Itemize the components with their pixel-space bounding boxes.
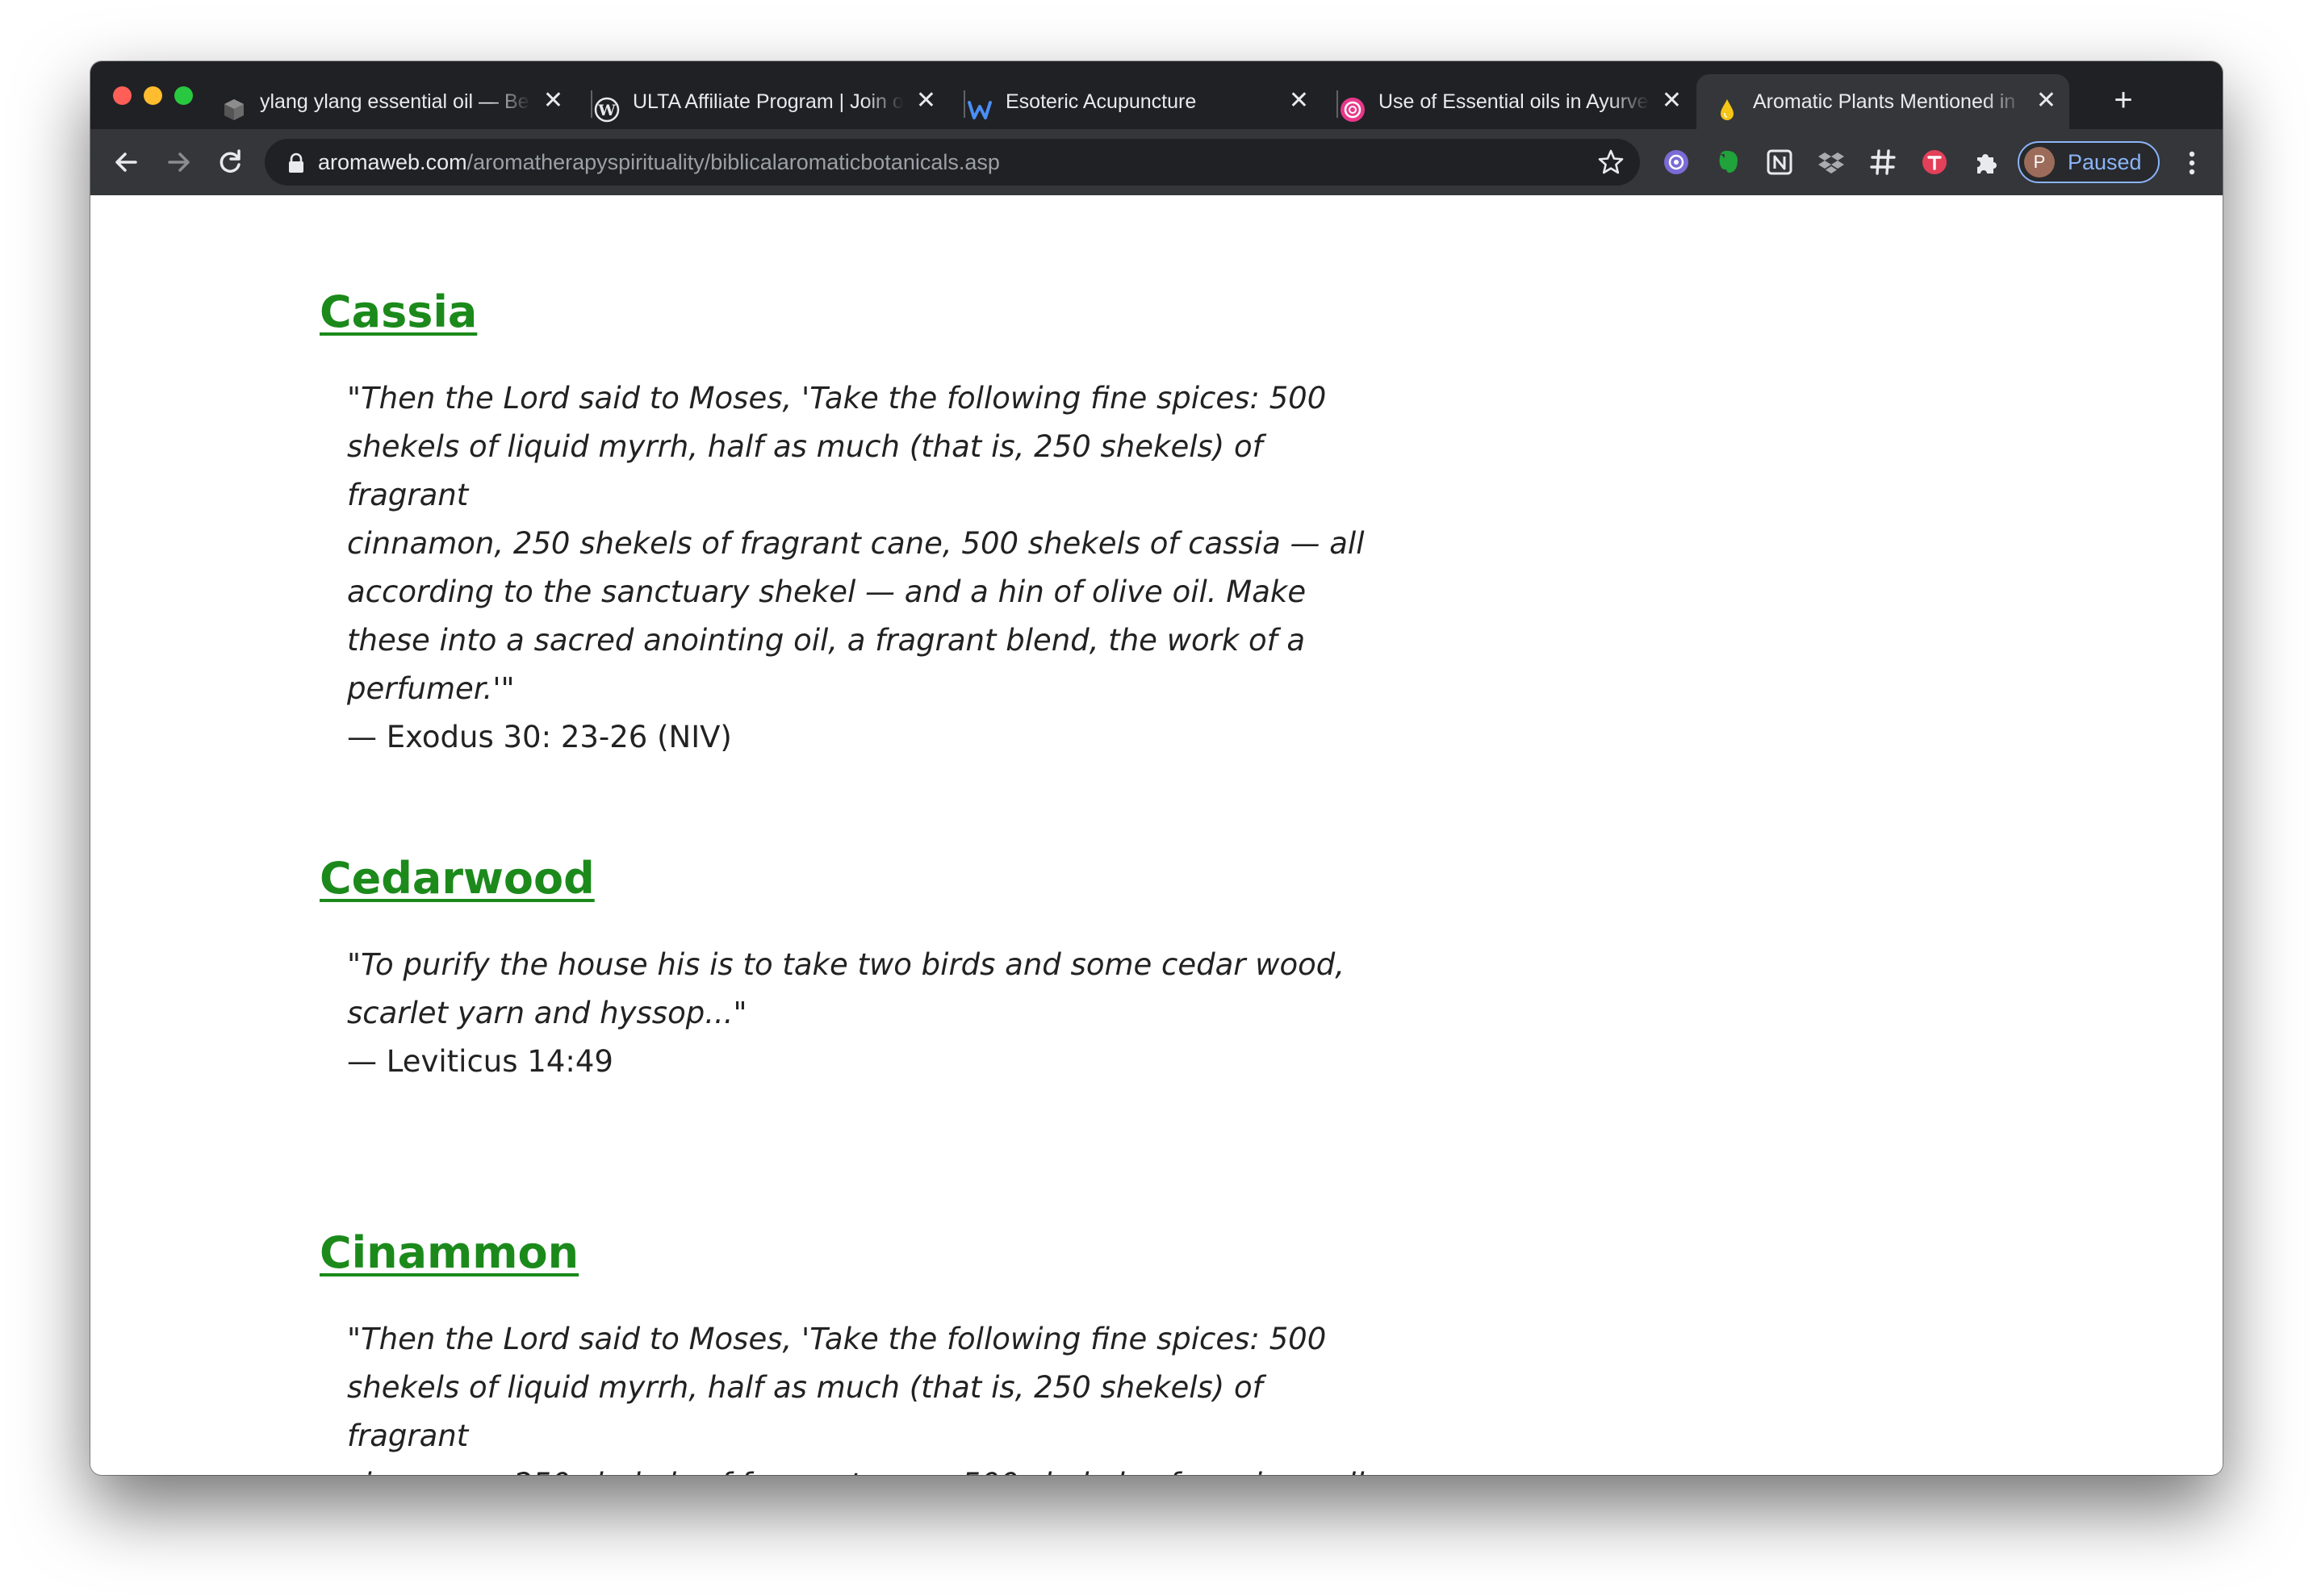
swirl-icon — [1340, 89, 1366, 122]
oil-drop-icon — [1714, 89, 1740, 120]
url-text: aromaweb.com/aromatherapyspirituality/bi… — [318, 139, 1000, 186]
more-menu-icon[interactable] — [2184, 147, 2200, 179]
wix-icon — [967, 89, 993, 119]
browser-window: ylang ylang essential oil — Be ✕ W ULTA … — [90, 61, 2223, 1475]
tab-strip: ylang ylang essential oil — Be ✕ W ULTA … — [90, 61, 2223, 129]
tab-title: Aromatic Plants Mentioned in — [1753, 90, 2016, 113]
hashtag-icon[interactable] — [1868, 147, 1898, 178]
section-cassia: Cassia "Then the Lord said to Moses, 'Ta… — [320, 284, 1369, 762]
tab-ulta-affiliate[interactable]: W ULTA Affiliate Program | Join o ✕ — [576, 74, 949, 129]
tab-close-icon[interactable]: ✕ — [916, 74, 936, 127]
evernote-icon[interactable] — [1713, 147, 1743, 178]
cube-icon — [221, 89, 247, 120]
profile-button[interactable]: P Paused — [2018, 141, 2160, 183]
lock-icon[interactable] — [287, 152, 305, 173]
tab-aromatic-plants[interactable]: Aromatic Plants Mentioned in ✕ — [1696, 74, 2069, 129]
scripture-quote: "Then the Lord said to Moses, 'Take the … — [347, 381, 1365, 706]
tab-close-icon[interactable]: ✕ — [1662, 74, 1682, 127]
section-heading-link[interactable]: Cedarwood — [320, 850, 1369, 907]
address-bar[interactable]: aromaweb.com/aromatherapyspirituality/bi… — [265, 139, 1640, 186]
tab-title: Use of Essential oils in Ayurve — [1378, 90, 1649, 113]
desktop-backdrop: ylang ylang essential oil — Be ✕ W ULTA … — [0, 0, 2313, 1596]
bookmark-star-icon[interactable] — [1596, 148, 1625, 177]
wordpress-icon: W — [594, 89, 620, 123]
reload-button[interactable] — [208, 140, 252, 184]
tab-ylang-ylang[interactable]: ylang ylang essential oil — Be ✕ — [203, 74, 576, 129]
tab-title: Esoteric Acupuncture — [1006, 90, 1197, 113]
section-heading-link[interactable]: Cinammon — [320, 1225, 1369, 1281]
avatar: P — [2024, 147, 2055, 178]
tab-close-icon[interactable]: ✕ — [543, 74, 563, 127]
chatgpt-icon[interactable] — [1661, 147, 1692, 178]
tab-esoteric-acupuncture[interactable]: Esoteric Acupuncture ✕ — [949, 74, 1322, 129]
close-window-button[interactable] — [113, 86, 132, 105]
profile-status-label: Paused — [2068, 150, 2142, 174]
tab-close-icon[interactable]: ✕ — [1289, 74, 1309, 127]
scripture-citation: — Leviticus 14:49 — [347, 1044, 613, 1079]
back-button[interactable] — [105, 140, 148, 184]
svg-text:W: W — [597, 102, 616, 119]
zoom-window-button[interactable] — [174, 86, 193, 105]
scripture-quote: "Then the Lord said to Moses, 'Take the … — [347, 1322, 1365, 1475]
url-path: /aromatherapyspirituality/biblicalaromat… — [466, 150, 1000, 174]
minimize-window-button[interactable] — [144, 86, 162, 105]
section-cedarwood: Cedarwood "To purify the house his is to… — [320, 850, 1369, 1086]
dropbox-icon[interactable] — [1816, 147, 1847, 178]
new-tab-button[interactable]: + — [2103, 81, 2144, 121]
url-host: aromaweb.com — [318, 150, 467, 174]
tab-ayurveda-oils[interactable]: Use of Essential oils in Ayurve ✕ — [1322, 74, 1695, 129]
tab-title: ylang ylang essential oil — Be — [260, 90, 529, 113]
todoist-icon[interactable] — [1919, 147, 1950, 178]
section-cinammon: Cinammon "Then the Lord said to Moses, '… — [320, 1225, 1369, 1475]
puzzle-icon[interactable] — [1971, 147, 2001, 178]
notion-icon[interactable] — [1764, 147, 1795, 178]
forward-button[interactable] — [157, 140, 200, 184]
page-content: Cassia "Then the Lord said to Moses, 'Ta… — [90, 195, 2223, 1475]
scripture-quote: "To purify the house his is to take two … — [347, 947, 1345, 1030]
tab-title: ULTA Affiliate Program | Join o — [633, 90, 904, 113]
tab-close-icon[interactable]: ✕ — [2036, 74, 2056, 127]
scripture-citation: — Exodus 30: 23-26 (NIV) — [347, 720, 732, 754]
browser-toolbar: aromaweb.com/aromatherapyspirituality/bi… — [90, 129, 2223, 195]
section-heading-link[interactable]: Cassia — [320, 284, 1369, 341]
